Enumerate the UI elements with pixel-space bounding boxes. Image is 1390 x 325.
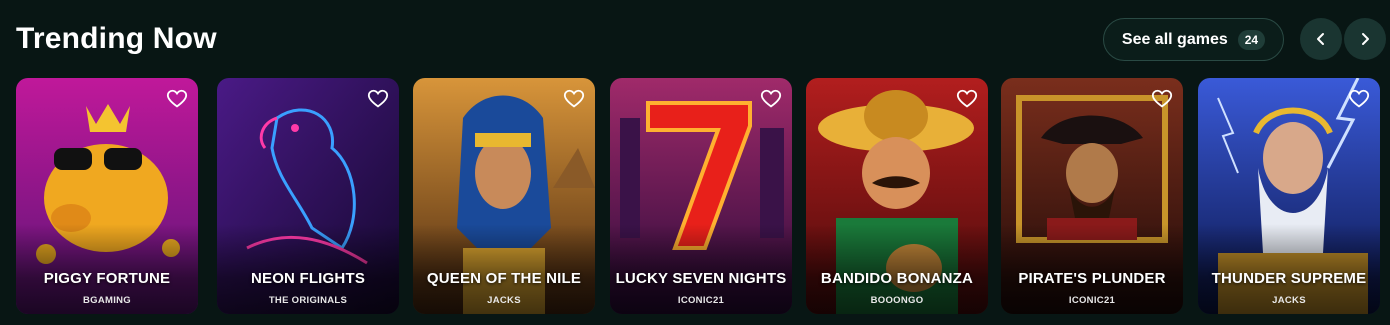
favorite-button[interactable] bbox=[166, 88, 188, 110]
see-all-label: See all games bbox=[1121, 30, 1228, 48]
game-provider: BOOONGO bbox=[870, 295, 924, 306]
heart-outline-icon bbox=[1348, 89, 1370, 108]
game-card[interactable]: LUCKY SEVEN NIGHTS ICONIC21 bbox=[610, 78, 792, 314]
chevron-right-icon bbox=[1362, 33, 1369, 45]
game-provider: ICONIC21 bbox=[1068, 295, 1116, 306]
game-provider: JACKS bbox=[487, 295, 521, 306]
heart-outline-icon bbox=[956, 89, 978, 108]
game-title: THUNDER SUPREME bbox=[1211, 270, 1367, 287]
game-card[interactable]: QUEEN OF THE NILE JACKS bbox=[413, 78, 595, 314]
carousel-next-button[interactable] bbox=[1344, 18, 1386, 60]
favorite-button[interactable] bbox=[367, 88, 389, 110]
game-provider: THE ORIGINALS bbox=[268, 295, 348, 306]
heart-outline-icon bbox=[367, 89, 389, 108]
games-count-badge: 24 bbox=[1237, 29, 1266, 50]
favorite-button[interactable] bbox=[563, 88, 585, 110]
game-card[interactable]: PIGGY FORTUNE BGAMING bbox=[16, 78, 198, 314]
game-title: QUEEN OF THE NILE bbox=[426, 270, 582, 287]
chevron-left-icon bbox=[1317, 33, 1324, 45]
favorite-button[interactable] bbox=[1151, 88, 1173, 110]
heart-outline-icon bbox=[563, 89, 585, 108]
favorite-button[interactable] bbox=[956, 88, 978, 110]
carousel-prev-button[interactable] bbox=[1300, 18, 1342, 60]
trending-section: Trending Now See all games 24 PIGGY FORT… bbox=[0, 0, 1390, 325]
game-title: LUCKY SEVEN NIGHTS bbox=[615, 270, 787, 287]
heart-outline-icon bbox=[166, 89, 188, 108]
game-card[interactable]: BANDIDO BONANZA BOOONGO bbox=[806, 78, 988, 314]
heart-outline-icon bbox=[760, 89, 782, 108]
favorite-button[interactable] bbox=[760, 88, 782, 110]
game-title: PIRATE'S PLUNDER bbox=[1018, 270, 1166, 287]
favorite-button[interactable] bbox=[1348, 88, 1370, 110]
section-title: Trending Now bbox=[16, 22, 217, 55]
game-provider: BGAMING bbox=[82, 295, 131, 306]
game-card[interactable]: THUNDER SUPREME JACKS bbox=[1198, 78, 1380, 314]
game-provider: ICONIC21 bbox=[677, 295, 725, 306]
game-title: PIGGY FORTUNE bbox=[43, 270, 171, 287]
see-all-games-button[interactable]: See all games 24 bbox=[1103, 18, 1284, 61]
game-title: NEON FLIGHTS bbox=[250, 270, 366, 287]
game-card[interactable]: PIRATE'S PLUNDER ICONIC21 bbox=[1001, 78, 1183, 314]
game-provider: JACKS bbox=[1272, 295, 1306, 306]
game-card[interactable]: NEON FLIGHTS THE ORIGINALS bbox=[217, 78, 399, 314]
heart-outline-icon bbox=[1151, 89, 1173, 108]
game-title: BANDIDO BONANZA bbox=[820, 270, 974, 287]
